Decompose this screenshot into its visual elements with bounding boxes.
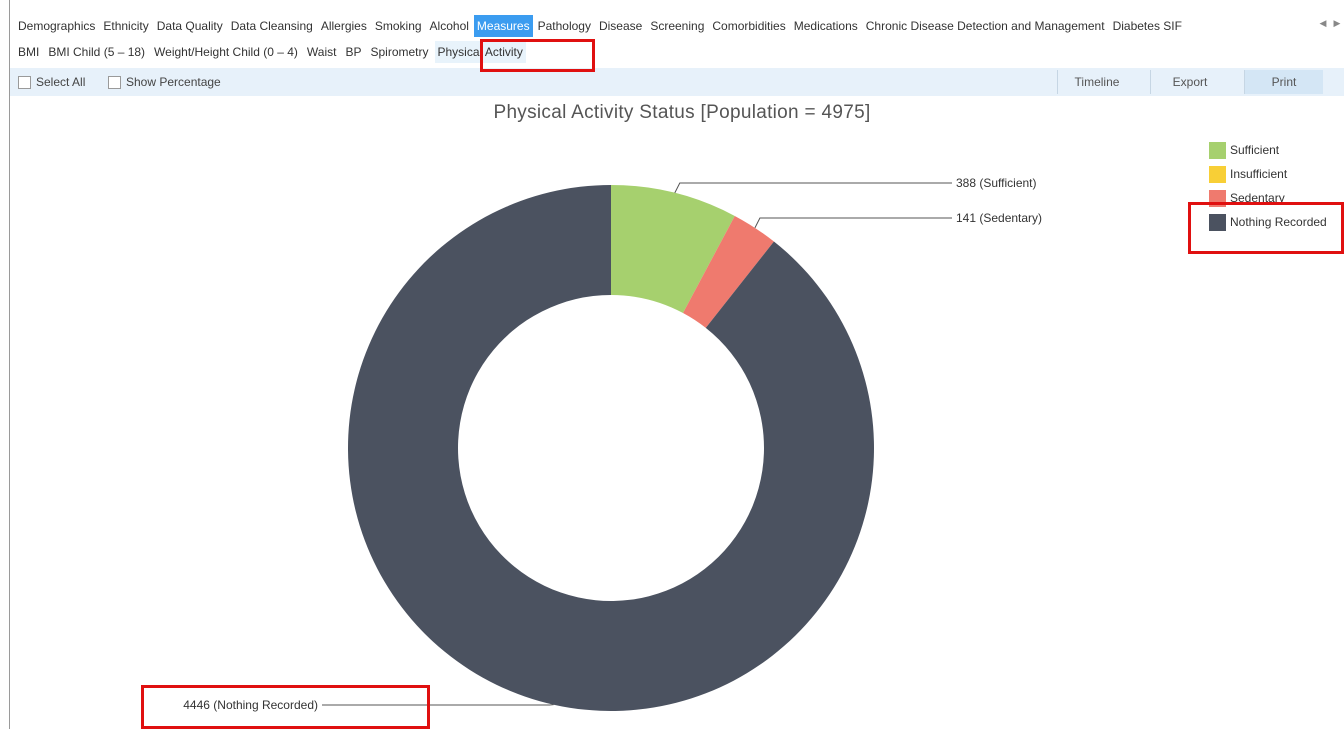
app-window: Demographics Ethnicity Data Quality Data Cl… <box>0 0 1344 729</box>
data-label-sedentary: 141 (Sedentary) <box>956 211 1042 225</box>
legend-item-sedentary[interactable]: Sedentary <box>1209 186 1327 210</box>
legend-label: Sufficient <box>1230 143 1280 157</box>
leader-line <box>674 182 952 194</box>
legend-swatch <box>1209 141 1226 159</box>
donut-slice-nothing-recorded[interactable] <box>348 185 875 711</box>
legend-item-insufficient[interactable]: Insufficient <box>1209 162 1327 186</box>
legend-item-sufficient[interactable]: Sufficient <box>1209 138 1327 162</box>
legend-label: Insufficient <box>1230 167 1288 181</box>
leader-line <box>754 217 952 229</box>
legend-swatch <box>1209 165 1226 183</box>
legend-label: Nothing Recorded <box>1230 215 1327 229</box>
legend-item-nothing-recorded[interactable]: Nothing Recorded <box>1209 210 1327 234</box>
data-label-sufficient: 388 (Sufficient) <box>956 176 1037 190</box>
legend-swatch <box>1209 213 1226 231</box>
chart-legend: Sufficient Insufficient Sedentary Nothing R… <box>1209 138 1327 234</box>
legend-swatch <box>1209 189 1226 207</box>
data-label-nothing-recorded: 4446 (Nothing Recorded) <box>183 698 318 712</box>
donut-chart: 388 (Sufficient) 141 (Sedentary) 4446 (Not… <box>183 176 1042 712</box>
legend-label: Sedentary <box>1230 191 1285 205</box>
